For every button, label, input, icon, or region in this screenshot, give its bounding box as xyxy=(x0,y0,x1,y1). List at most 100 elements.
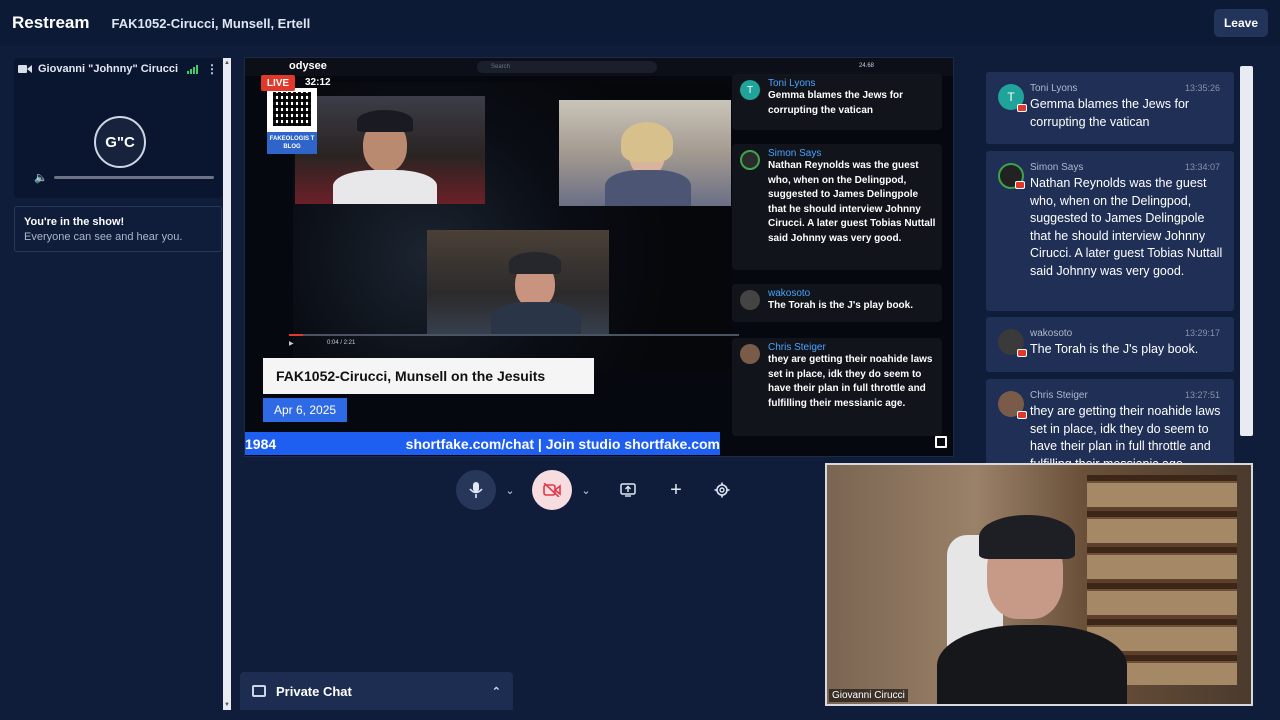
chat-author: Chris Steiger xyxy=(1030,390,1088,401)
chat-scrollbar[interactable] xyxy=(1240,66,1253,436)
video-tile-guest-man xyxy=(427,230,609,336)
stage-chat-overlay: T Toni Lyons Gemma blames the Jews for c… xyxy=(732,72,942,450)
chat-icon xyxy=(252,685,266,697)
chat-timestamp: 13:35:26 xyxy=(1184,83,1220,93)
chat-text: Nathan Reynolds was the guest who, when … xyxy=(1030,176,1223,278)
chat-avatar: T xyxy=(998,84,1027,112)
camera-options-chevron-icon[interactable]: ⌄ xyxy=(576,480,596,500)
microphone-button[interactable] xyxy=(456,470,496,510)
chat-message[interactable]: Simon Says 13:34:07 Nathan Reynolds was … xyxy=(986,151,1234,311)
restream-logo: Restream xyxy=(12,13,90,32)
chat-timestamp: 13:29:17 xyxy=(1184,328,1220,338)
video-tile-host xyxy=(295,96,485,204)
screen-share-button[interactable] xyxy=(608,470,648,510)
stage-canvas: odysee Search 24.68 LIVE 32:12 FAKEOLOGI… xyxy=(244,57,954,457)
qr-caption: FAKEOLOGIS T BLOG xyxy=(267,132,317,154)
youtube-icon xyxy=(1017,349,1027,357)
chat-text: they are getting their noahide laws set … xyxy=(1030,404,1221,471)
microphone-options-chevron-icon[interactable]: ⌄ xyxy=(500,480,520,500)
chat-message[interactable]: Chris Steiger 13:27:51 they are getting … xyxy=(986,379,1234,472)
stage-ticker: 1984 shortfake.com/chat | Join studio sh… xyxy=(245,432,720,455)
camera-icon xyxy=(18,64,32,74)
microphone-icon xyxy=(469,482,483,498)
volume-slider[interactable] xyxy=(53,176,214,179)
youtube-icon xyxy=(1017,104,1027,112)
overlay-chat-text: The Torah is the J's play book. xyxy=(768,300,913,311)
overlay-chat-message: Chris Steiger they are getting their noa… xyxy=(732,338,942,436)
signal-strength-icon xyxy=(187,64,198,74)
overlay-chat-message: Simon Says Nathan Reynolds was the guest… xyxy=(732,144,942,270)
ticker-right-text: shortfake.com/chat | Join studio shortfa… xyxy=(405,435,720,452)
ticker-left-text: 1984 xyxy=(245,435,277,452)
youtube-icon xyxy=(1015,181,1025,189)
overlay-chat-message: T Toni Lyons Gemma blames the Jews for c… xyxy=(732,74,942,130)
chat-avatar xyxy=(998,391,1027,419)
chat-author: Simon Says xyxy=(1030,162,1084,173)
chat-author: wakosoto xyxy=(1030,328,1073,339)
qr-pattern xyxy=(273,92,311,126)
show-title: FAK1052-Cirucci, Munsell, Ertell xyxy=(111,15,311,31)
player-time: 0:04 / 2:21 xyxy=(327,340,356,346)
camera-button[interactable] xyxy=(532,470,572,510)
qr-code: FAKEOLOGIS T BLOG xyxy=(267,88,317,154)
speaker-icon[interactable]: 🔈 xyxy=(34,171,48,184)
self-view-video[interactable]: Giovanni Cirucci xyxy=(825,463,1253,706)
chat-avatar xyxy=(998,329,1027,357)
chat-message[interactable]: wakosoto 13:29:17 The Torah is the J's p… xyxy=(986,317,1234,372)
participant-header: Giovanni "Johnny" Cirucci ⋮ xyxy=(14,58,222,80)
video-tile-guest-woman xyxy=(559,100,731,206)
person-cap xyxy=(979,515,1075,559)
participant-name: Giovanni "Johnny" Cirucci xyxy=(38,63,179,75)
overlay-chat-name: wakosoto xyxy=(768,288,811,299)
chevron-up-icon[interactable]: ⌃ xyxy=(492,685,501,698)
gear-icon xyxy=(714,482,730,498)
chat-author: Toni Lyons xyxy=(1030,83,1078,94)
odysee-credits: 24.68 xyxy=(859,63,875,69)
overlay-chat-avatar xyxy=(740,150,760,170)
overlay-chat-name: Chris Steiger xyxy=(768,342,826,353)
scroll-up-icon[interactable]: ▲ xyxy=(224,60,230,66)
fullscreen-icon[interactable] xyxy=(935,436,947,448)
plus-icon: + xyxy=(670,478,682,501)
player-progress xyxy=(289,334,739,336)
scroll-down-icon[interactable]: ▼ xyxy=(224,702,230,708)
private-chat-label: Private Chat xyxy=(276,683,352,699)
chat-feed: T Toni Lyons 13:35:26 Gemma blames the J… xyxy=(986,72,1234,472)
chat-text: Gemma blames the Jews for corrupting the… xyxy=(1030,97,1190,129)
in-show-title: You're in the show! xyxy=(24,216,125,228)
settings-button[interactable] xyxy=(702,470,742,510)
participant-card[interactable]: Giovanni "Johnny" Cirucci ⋮ G"C 🔈 xyxy=(14,58,222,198)
chat-timestamp: 13:27:51 xyxy=(1184,390,1220,400)
chat-avatar-initial: T xyxy=(1007,90,1015,104)
overlay-chat-name: Toni Lyons xyxy=(768,78,816,89)
top-bar: Restream FAK1052-Cirucci, Munsell, Ertel… xyxy=(0,0,1280,46)
in-show-subtitle: Everyone can see and hear you. xyxy=(24,231,183,243)
stage-date-banner: Apr 6, 2025 xyxy=(263,398,347,422)
camera-off-icon xyxy=(543,483,561,497)
overlay-chat-text: Gemma blames the Jews for corrupting the… xyxy=(768,90,904,116)
in-show-notice: You're in the show! Everyone can see and… xyxy=(14,206,222,252)
participant-avatar: G"C xyxy=(94,116,146,168)
overlay-chat-text: Nathan Reynolds was the guest who, when … xyxy=(768,160,936,244)
overlay-chat-avatar: T xyxy=(740,80,760,100)
person-body xyxy=(937,625,1127,704)
odysee-search: Search xyxy=(477,61,657,73)
left-scrollbar[interactable]: ▲ ▼ xyxy=(223,58,231,710)
live-badge: LIVE xyxy=(261,75,295,91)
overlay-chat-name: Simon Says xyxy=(768,148,822,159)
chat-text: The Torah is the J's play book. xyxy=(1030,342,1199,356)
leave-button[interactable]: Leave xyxy=(1213,9,1268,37)
volume-control[interactable]: 🔈 xyxy=(34,171,214,184)
more-options-icon[interactable]: ⋮ xyxy=(206,62,218,76)
overlay-chat-avatar xyxy=(740,290,760,310)
overlay-chat-avatar xyxy=(740,344,760,364)
chat-avatar xyxy=(998,163,1025,189)
live-timer: 32:12 xyxy=(305,77,331,88)
private-chat-bar[interactable]: Private Chat ⌃ xyxy=(240,672,513,710)
screen-share-icon xyxy=(620,483,636,497)
self-view-name: Giovanni Cirucci xyxy=(829,689,908,702)
add-button[interactable]: + xyxy=(656,470,696,510)
broadcast-controls: ⌄ ⌄ + xyxy=(456,470,746,510)
participants-panel: Giovanni "Johnny" Cirucci ⋮ G"C 🔈 You're… xyxy=(14,58,222,710)
chat-message[interactable]: T Toni Lyons 13:35:26 Gemma blames the J… xyxy=(986,72,1234,144)
